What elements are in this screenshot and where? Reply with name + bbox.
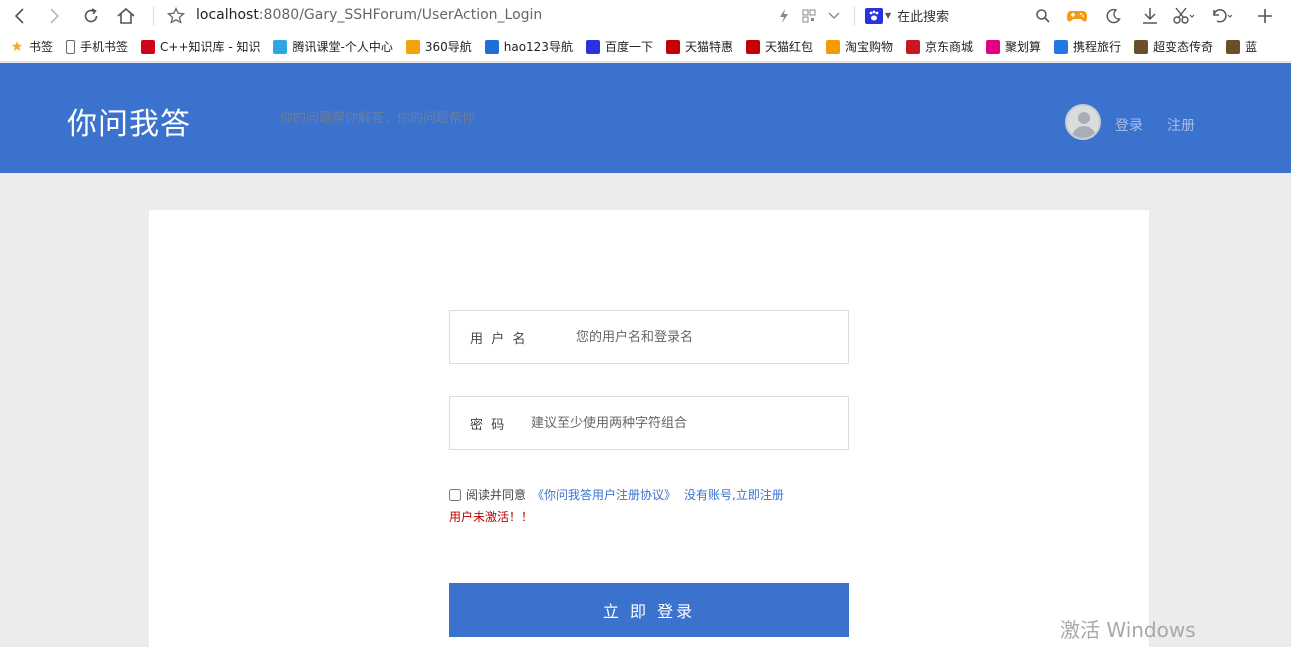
tmall-icon: [745, 39, 760, 54]
bookmark-item[interactable]: ★ 书签: [10, 38, 53, 55]
login-link[interactable]: 登录: [1115, 115, 1143, 135]
download-icon[interactable]: [1138, 4, 1162, 28]
site-header: 你问我答 你的问题帮你解答，你的问题帮你 登录 注册: [0, 63, 1291, 173]
bookmark-label: 淘宝购物: [845, 40, 894, 54]
search-engine-label: 在此搜索: [897, 10, 950, 25]
login-submit-button[interactable]: 立 即 登录: [449, 583, 849, 637]
windows-activation-watermark: 激活 Windows: [1060, 618, 1196, 642]
refresh-icon[interactable]: [79, 4, 103, 28]
360-icon: [405, 39, 420, 54]
bookmark-label: 腾讯课堂-个人中心: [292, 40, 393, 54]
game-icon: [1226, 39, 1241, 54]
toolbar-separator: [854, 6, 855, 26]
game-icon: [1134, 39, 1149, 54]
back-icon[interactable]: [8, 4, 32, 28]
c-icon: [141, 39, 156, 54]
undo-icon[interactable]: [1210, 4, 1234, 28]
bookmark-item[interactable]: hao123导航: [484, 38, 573, 55]
favorite-star-icon[interactable]: [164, 4, 188, 28]
hao123-icon: [484, 39, 499, 54]
ctrip-icon: [1054, 39, 1069, 54]
bookmark-item[interactable]: 蓝: [1226, 38, 1257, 55]
gamepad-icon[interactable]: [1065, 4, 1089, 28]
qrcode-icon[interactable]: [797, 4, 821, 28]
password-input[interactable]: [531, 415, 781, 431]
address-host: localhost: [196, 7, 259, 23]
bookmark-item[interactable]: 天猫红包: [745, 38, 813, 55]
bookmark-item[interactable]: 360导航: [405, 38, 472, 55]
agree-text: 阅读并同意: [466, 488, 527, 502]
username-field[interactable]: 用 户 名: [449, 310, 849, 364]
address-bar[interactable]: localhost:8080/Gary_SSHForum/UserAction_…: [196, 7, 542, 23]
bookmark-label: 书签: [29, 40, 54, 54]
agree-checkbox[interactable]: [449, 488, 461, 501]
search-engine-box[interactable]: ▼ 在此搜索: [865, 6, 949, 25]
agreement-link[interactable]: 《你问我答用户注册协议》: [532, 486, 676, 503]
bookmark-label: 超变态传奇: [1153, 40, 1214, 54]
bookmark-label: 手机书签: [80, 40, 129, 54]
baidu-icon: [585, 39, 600, 54]
baidu-paw-icon: [865, 7, 883, 24]
night-mode-icon[interactable]: [1101, 4, 1125, 28]
username-input[interactable]: [576, 329, 826, 345]
bookmark-label: C++知识库 - 知识: [160, 40, 261, 54]
search-icon[interactable]: [1031, 4, 1055, 28]
bookmark-item[interactable]: 淘宝购物: [826, 38, 893, 55]
bookmark-item[interactable]: 京东商城: [906, 38, 973, 55]
bookmark-item[interactable]: 携程旅行: [1054, 38, 1121, 55]
new-tab-icon[interactable]: [1253, 4, 1277, 28]
bookmark-label: 蓝: [1245, 40, 1258, 54]
bookmark-item[interactable]: 手机书签: [66, 38, 128, 55]
mobile-icon: [66, 39, 76, 54]
password-label: 密 码: [470, 417, 505, 433]
agreement-row: 阅读并同意 《你问我答用户注册协议》 没有账号,立即注册: [449, 486, 792, 503]
lightning-icon[interactable]: [772, 4, 796, 28]
bookmark-label: 百度一下: [604, 40, 653, 54]
search-engine-caret-icon: ▼: [885, 11, 892, 20]
site-slogan: 你的问题帮你解答，你的问题帮你: [280, 111, 476, 126]
bookmark-label: 天猫特惠: [684, 40, 733, 54]
site-logo[interactable]: 你问我答: [67, 99, 191, 143]
bookmark-label: 360导航: [424, 40, 472, 54]
browser-toolbar: localhost:8080/Gary_SSHForum/UserAction_…: [0, 0, 1291, 32]
bookmark-item[interactable]: C++知识库 - 知识: [141, 38, 260, 55]
register-now-link[interactable]: 没有账号,立即注册: [684, 486, 784, 503]
bookmark-label: hao123导航: [503, 40, 573, 54]
jd-icon: [906, 39, 921, 54]
scissors-icon[interactable]: [1172, 4, 1196, 28]
password-field[interactable]: 密 码: [449, 396, 849, 450]
bookmark-item[interactable]: 聚划算: [986, 38, 1041, 55]
bookmark-label: 京东商城: [925, 40, 974, 54]
avatar-icon[interactable]: [1065, 104, 1101, 140]
bookmark-item[interactable]: 天猫特惠: [665, 38, 733, 55]
juhuasuan-icon: [986, 39, 1001, 54]
error-message: 用户未激活！！: [449, 510, 534, 524]
bookmark-label: 聚划算: [1005, 40, 1042, 54]
register-link[interactable]: 注册: [1167, 115, 1195, 135]
login-card: 用 户 名 密 码 阅读并同意 《你问我答用户注册协议》 没有账号,立即注册 用…: [149, 210, 1149, 647]
star-icon: ★: [10, 38, 24, 55]
bookmark-item[interactable]: 腾讯课堂-个人中心: [273, 38, 393, 55]
forward-icon[interactable]: [42, 4, 66, 28]
taobao-icon: [826, 39, 840, 54]
home-icon[interactable]: [114, 4, 138, 28]
bookmark-label: 天猫红包: [764, 40, 813, 54]
tmall-icon: [665, 39, 680, 54]
tencent-icon: [273, 39, 288, 54]
toolbar-separator: [153, 6, 154, 26]
bookmark-item[interactable]: 百度一下: [585, 38, 653, 55]
address-path: :8080/Gary_SSHForum/UserAction_Login: [258, 7, 543, 23]
chevron-down-icon[interactable]: [822, 4, 846, 28]
username-label: 用 户 名: [470, 331, 526, 347]
bookmark-label: 携程旅行: [1073, 40, 1122, 54]
bookmark-item[interactable]: 超变态传奇: [1134, 38, 1213, 55]
bookmarks-bar: ★ 书签 手机书签 C++知识库 - 知识 腾讯课堂-个人中心 360导航 hao123导航…: [0, 32, 1291, 62]
